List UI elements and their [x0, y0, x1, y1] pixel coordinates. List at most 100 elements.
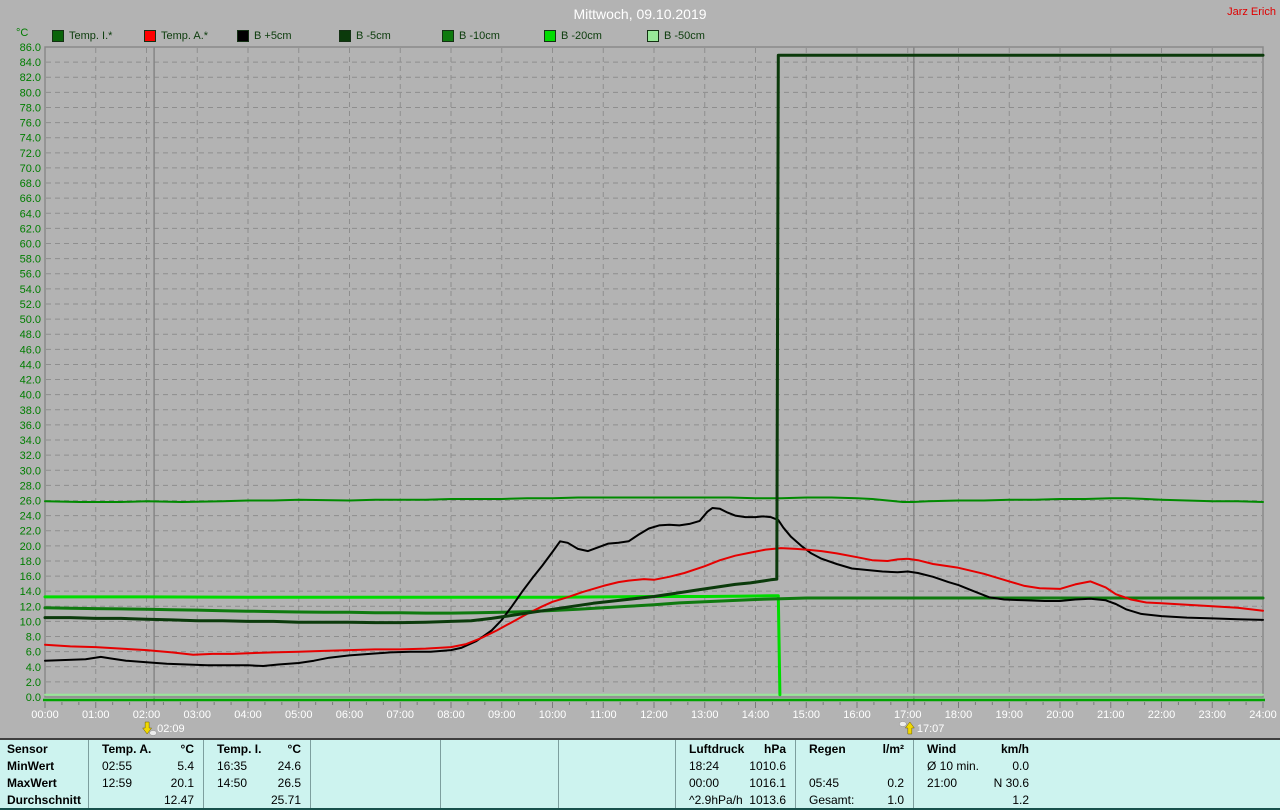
y-tick-label: 14.0 [20, 586, 41, 598]
table-row-label: MaxWert [0, 774, 88, 791]
table-cell: 12:5920.1 [89, 774, 203, 791]
cell-text: Temp. I. [204, 742, 261, 756]
cell-value: hPa [764, 742, 795, 756]
x-tick-label: 18:00 [945, 709, 973, 721]
cell-text: Regen [796, 742, 846, 756]
cell-text: Wind [914, 742, 956, 756]
y-tick-label: 38.0 [20, 405, 41, 417]
table-cell: 16:35 24.6 [204, 757, 310, 774]
table-column-temp-a: Temp. A.°C02:555.412:5920.112.47 [88, 740, 203, 808]
y-tick-label: 70.0 [20, 163, 41, 175]
cell-value: 1016.1 [749, 776, 795, 790]
event-marker-time: 17:07 [917, 723, 945, 735]
cell-text: 16:35 [204, 759, 247, 773]
y-tick-label: 24.0 [20, 511, 41, 523]
cell-text: 21:00 [914, 776, 957, 790]
table-column-header: Temp. A.°C [89, 740, 203, 757]
x-tick-label: 19:00 [995, 709, 1023, 721]
up-arrow-marker: 17:07 [899, 722, 944, 736]
y-tick-label: 20.0 [20, 541, 41, 553]
table-column-temp-i: Temp. I.°C16:3524.614:5026.525.71 [203, 740, 310, 808]
y-tick-label: 32.0 [20, 450, 41, 462]
y-tick-label: 16.0 [20, 571, 41, 583]
table-cell [441, 791, 558, 808]
table-row-label: MinWert [0, 757, 88, 774]
x-tick-label: 21:00 [1097, 709, 1125, 721]
y-tick-label: 84.0 [20, 57, 41, 69]
y-tick-label: 2.0 [26, 677, 41, 689]
x-tick-label: 07:00 [386, 709, 414, 721]
table-column-empty-4 [558, 740, 675, 808]
table-cell: 18:241010.6 [676, 757, 795, 774]
x-tick-label: 23:00 [1198, 709, 1226, 721]
table-cell: 00:00 1016.1 [676, 774, 795, 791]
y-tick-label: 66.0 [20, 193, 41, 205]
x-tick-label: 20:00 [1046, 709, 1074, 721]
table-column-header: Luftdruck hPa [676, 740, 795, 757]
x-tick-label: 15:00 [792, 709, 820, 721]
y-tick-label: 34.0 [20, 435, 41, 447]
table-cell: Gesamt: 1.0 [796, 791, 913, 808]
table-row-label: Sensor [0, 740, 88, 757]
x-tick-label: 05:00 [285, 709, 313, 721]
cell-text: Ø 10 min. [914, 759, 979, 773]
y-tick-label: 12.0 [20, 601, 41, 613]
y-tick-label: 78.0 [20, 102, 41, 114]
table-column-header: Regenl/m² [796, 740, 913, 757]
cell-value: 26.5 [278, 776, 310, 790]
cell-value: 1013.6 [749, 793, 795, 807]
y-tick-label: 60.0 [20, 239, 41, 251]
table-cell [311, 791, 440, 808]
y-tick-label: 56.0 [20, 269, 41, 281]
table-cell [311, 757, 440, 774]
table-cell [559, 791, 675, 808]
cell-value: N 30.6 [994, 776, 1038, 790]
cell-value: 1.2 [1012, 793, 1038, 807]
cell-value: 0.2 [887, 776, 913, 790]
y-tick-label: 42.0 [20, 375, 41, 387]
cell-text: 18:24 [676, 759, 719, 773]
y-tick-label: 58.0 [20, 254, 41, 266]
x-tick-label: 09:00 [488, 709, 516, 721]
cell-value: 0.0 [1012, 759, 1038, 773]
y-tick-label: 8.0 [26, 632, 41, 644]
x-tick-label: 02:00 [133, 709, 161, 721]
y-tick-label: 18.0 [20, 556, 41, 568]
cell-text: Gesamt: [796, 793, 854, 807]
y-tick-label: 76.0 [20, 118, 41, 130]
down-arrow-marker: 02:09 [143, 722, 185, 736]
y-tick-label: 36.0 [20, 420, 41, 432]
y-tick-label: 50.0 [20, 314, 41, 326]
y-tick-label: 64.0 [20, 208, 41, 220]
cell-text: Temp. A. [89, 742, 151, 756]
cell-text: 02:55 [89, 759, 132, 773]
y-tick-label: 62.0 [20, 223, 41, 235]
table-column-header [441, 740, 558, 757]
y-tick-label: 44.0 [20, 359, 41, 371]
cell-text: 14:50 [204, 776, 247, 790]
table-cell [796, 757, 913, 774]
x-tick-label: 03:00 [183, 709, 211, 721]
cell-text: 00:00 [676, 776, 719, 790]
cell-text: 12:59 [89, 776, 132, 790]
y-tick-label: 54.0 [20, 284, 41, 296]
y-tick-label: 82.0 [20, 72, 41, 84]
cell-value: 24.6 [278, 759, 310, 773]
y-tick-label: 80.0 [20, 87, 41, 99]
x-tick-label: 16:00 [843, 709, 871, 721]
cell-text: Luftdruck [676, 742, 744, 756]
y-tick-label: 68.0 [20, 178, 41, 190]
table-cell: 02:555.4 [89, 757, 203, 774]
x-tick-label: 24:00 [1249, 709, 1277, 721]
cell-value: 1.0 [887, 793, 913, 807]
table-cell: 14:50 26.5 [204, 774, 310, 791]
table-cell: 1.2 [914, 791, 1038, 808]
table-filler [1038, 740, 1280, 808]
x-tick-label: 04:00 [234, 709, 262, 721]
y-tick-label: 10.0 [20, 616, 41, 628]
y-tick-label: 40.0 [20, 390, 41, 402]
table-cell [311, 774, 440, 791]
y-tick-label: 46.0 [20, 344, 41, 356]
x-tick-label: 12:00 [640, 709, 668, 721]
table-cell: 21:00 N 30.6 [914, 774, 1038, 791]
